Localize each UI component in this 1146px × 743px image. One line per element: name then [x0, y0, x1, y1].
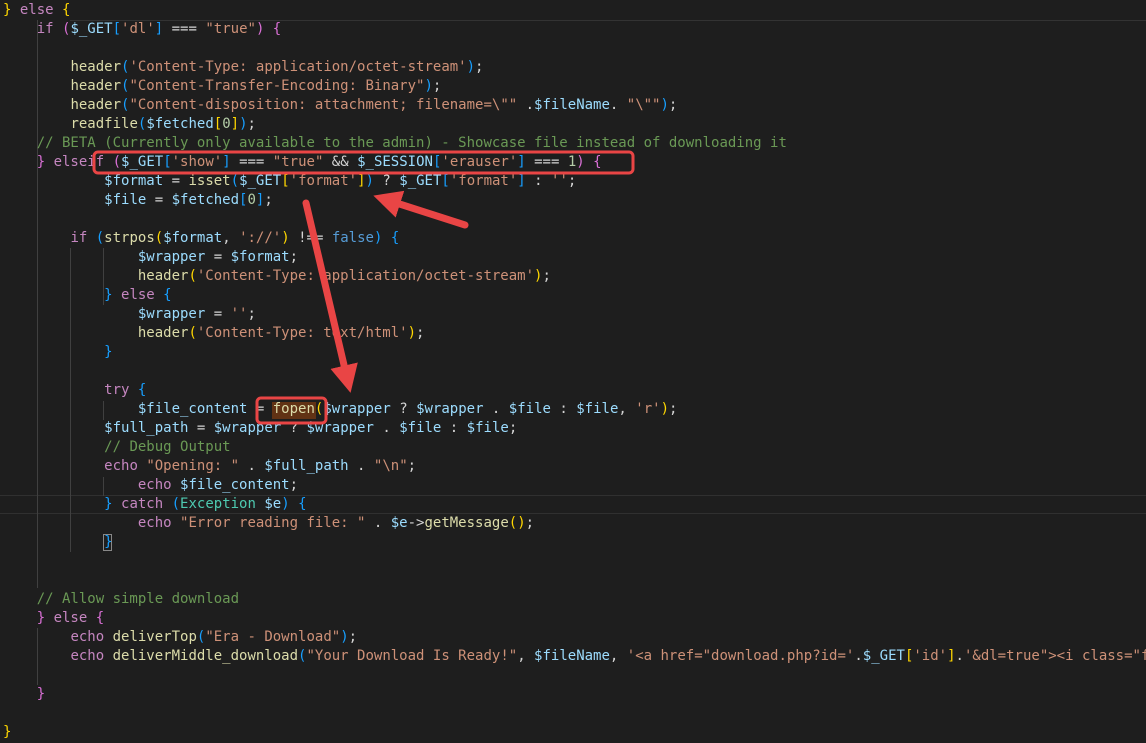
- annotation-layer: [92, 150, 635, 425]
- highlight-box-fopen: [255, 396, 328, 425]
- arrow-to-format: [373, 190, 469, 229]
- highlight-box-elseif-condition: [92, 150, 635, 175]
- arrow-to-fopen: [302, 199, 358, 393]
